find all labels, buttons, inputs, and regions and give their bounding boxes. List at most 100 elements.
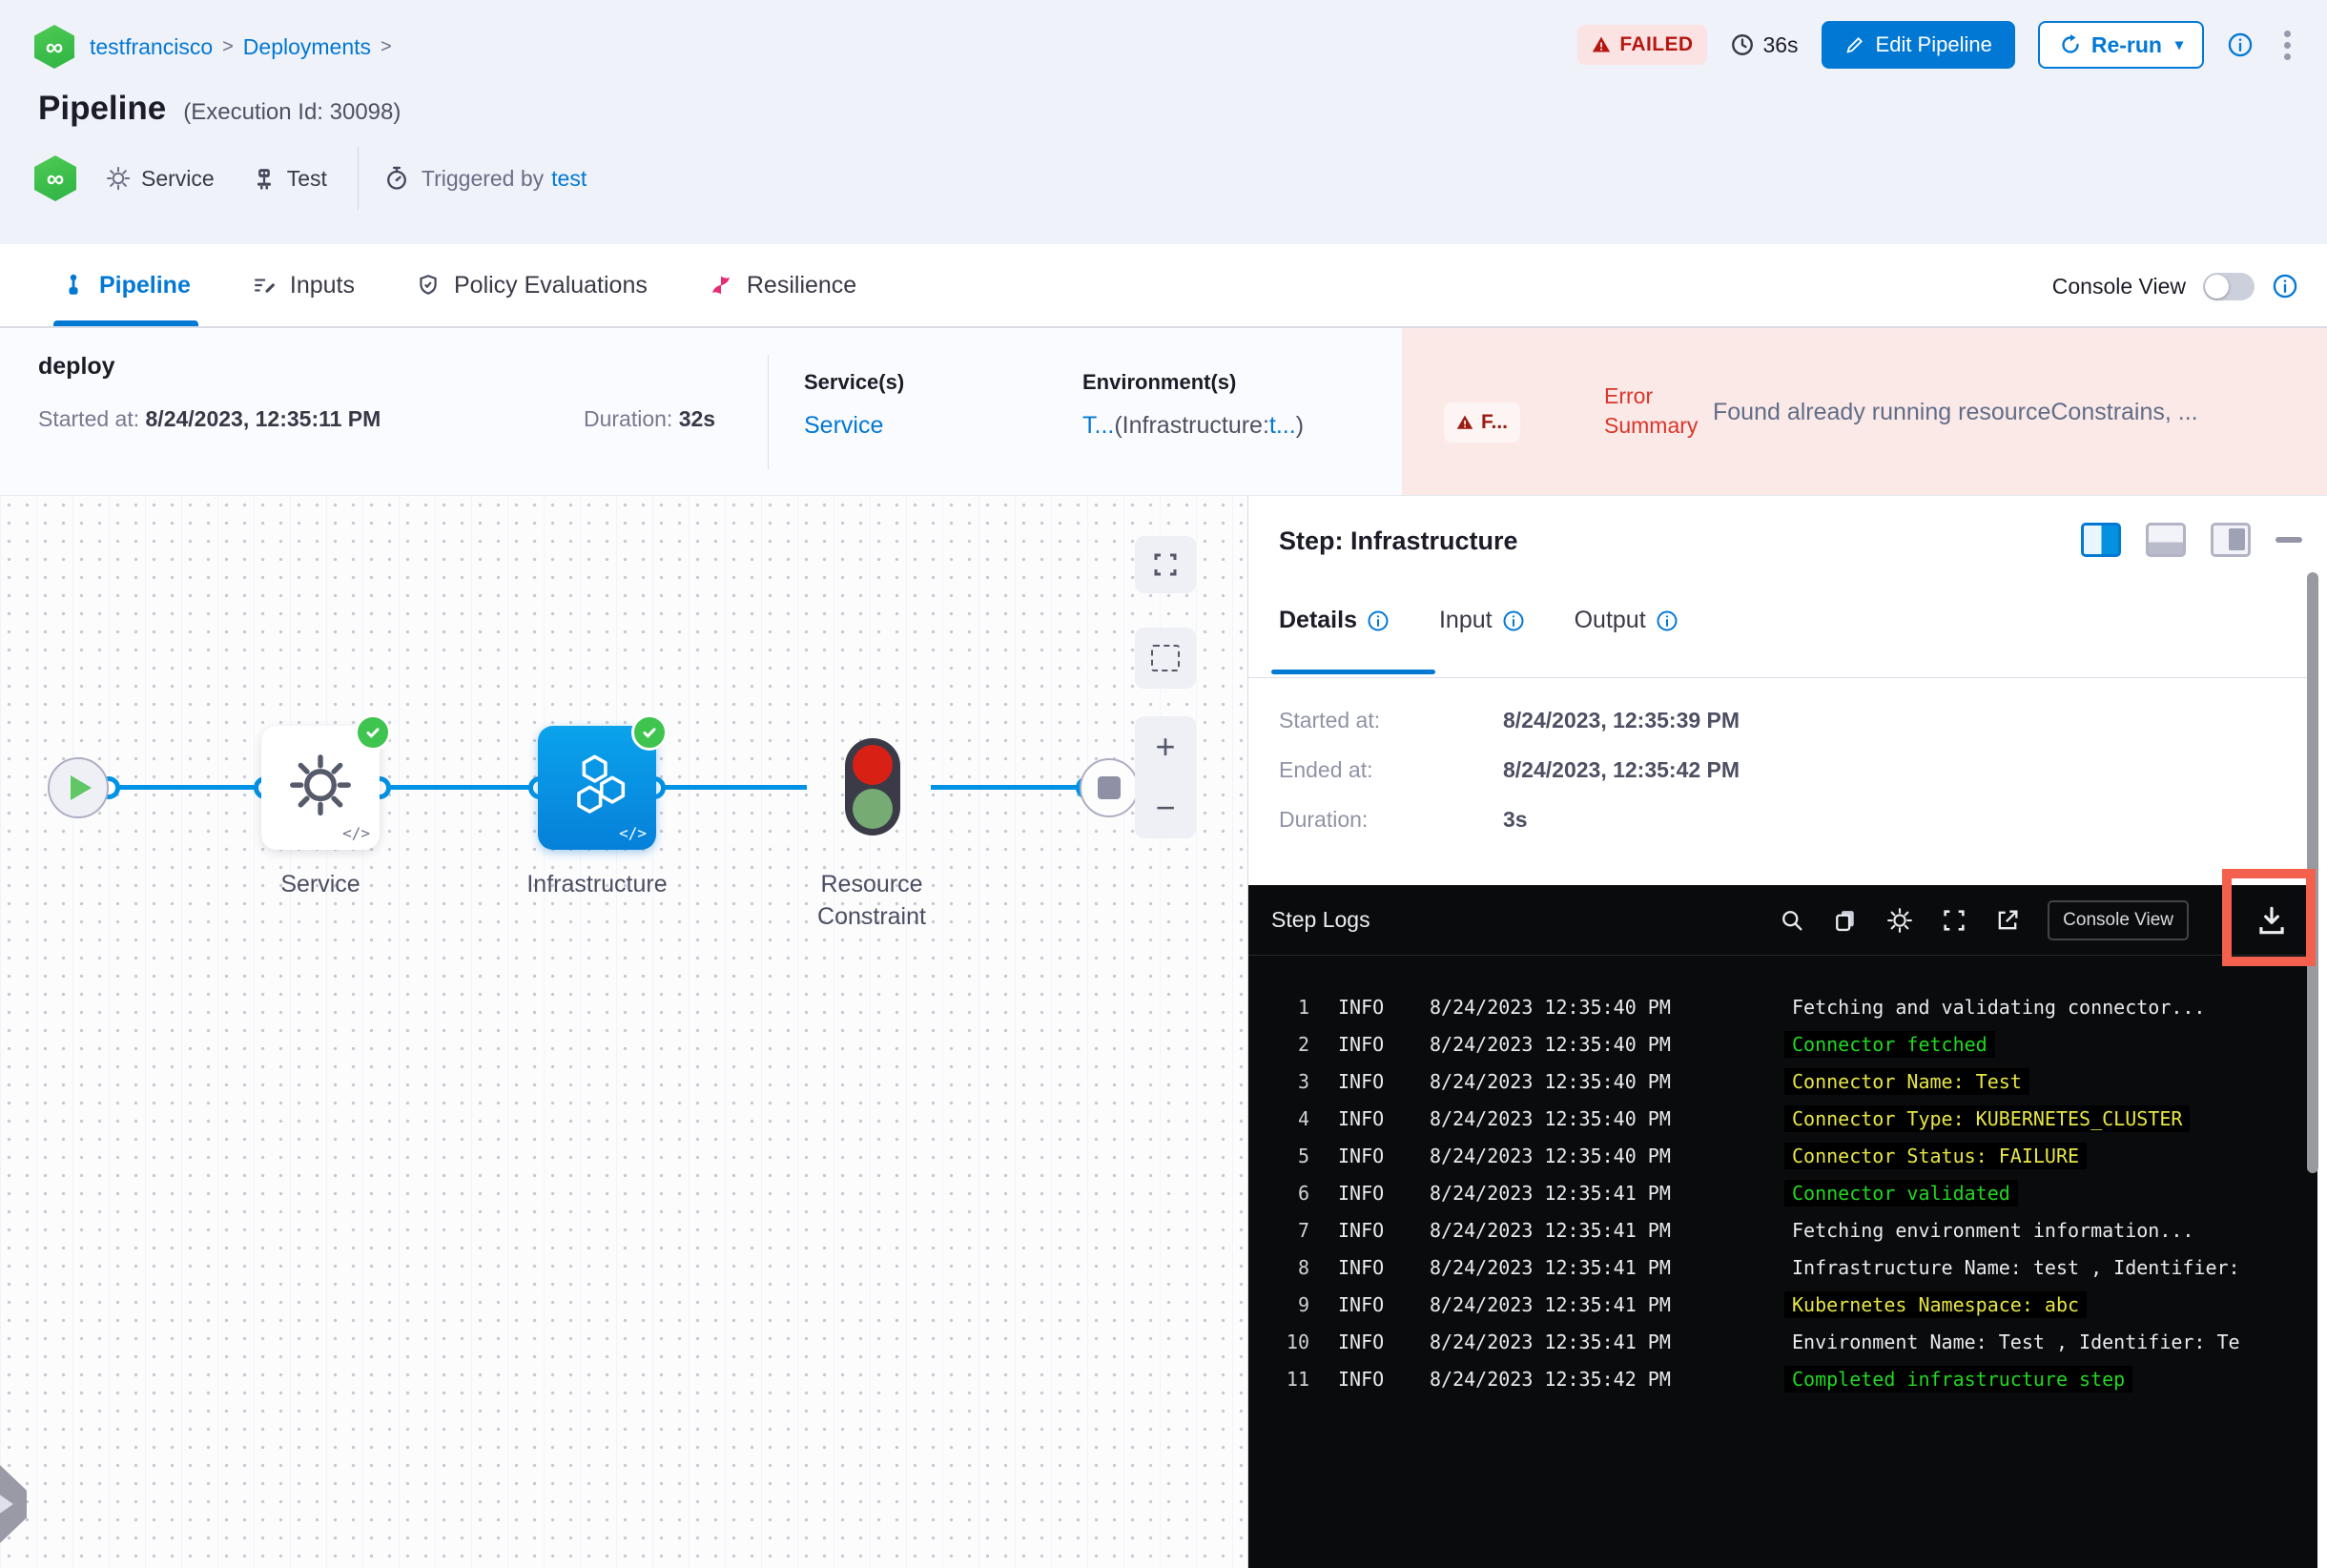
right-panel-layout-icon[interactable] (2081, 523, 2121, 557)
info-icon[interactable] (2227, 31, 2254, 58)
error-status-badge: F... (1444, 402, 1521, 443)
console-view-toggle[interactable] (2203, 272, 2255, 300)
info-icon[interactable] (2272, 273, 2298, 299)
more-options-menu[interactable] (2276, 27, 2298, 64)
step-panel-tabs: Details Input Output (1279, 607, 1678, 634)
graph-edge (109, 785, 265, 790)
expand-nav-button[interactable] (0, 1455, 27, 1553)
download-logs-icon[interactable] (2254, 902, 2290, 943)
test-meta-label: Test (286, 165, 327, 191)
breadcrumb-separator: > (222, 35, 234, 57)
edit-pipeline-button[interactable]: Edit Pipeline (1821, 21, 2015, 69)
floating-panel-layout-icon[interactable] (2211, 523, 2251, 557)
warning-triangle-icon (1456, 415, 1473, 429)
canvas-zoom-controls: + − (1135, 716, 1196, 838)
canvas-select-button[interactable] (1135, 628, 1196, 689)
pipeline-meta-row: ∞ Service Test Triggered by test (34, 147, 587, 210)
infrastructure-node-label: Infrastructure (526, 871, 668, 897)
open-in-new-window-icon[interactable] (1994, 907, 2021, 934)
environment-link[interactable]: T... (1082, 412, 1114, 439)
step-logs-title: Step Logs (1271, 907, 1370, 932)
scrollbar-thumb[interactable] (2307, 572, 2318, 1173)
services-column: Service(s) Service (804, 370, 904, 440)
log-line: 7 INFO 8/24/2023 12:35:41 PM Fetching en… (1297, 1218, 2194, 1242)
zoom-out-button[interactable]: − (1135, 777, 1196, 838)
triggered-by-user-link[interactable]: test (551, 166, 587, 192)
harness-logo-icon: ∞ (34, 25, 74, 69)
tab-pipeline[interactable]: Pipeline (53, 244, 198, 326)
resource-constraint-node[interactable] (845, 738, 900, 836)
panel-layout-controls (2081, 523, 2302, 557)
infrastructure-link[interactable]: t... (1269, 412, 1296, 439)
breadcrumb-project-link[interactable]: testfrancisco (90, 34, 213, 60)
copy-icon[interactable] (1832, 907, 1859, 934)
service-step-node[interactable]: </> (261, 714, 391, 850)
stage-name: deploy (38, 353, 115, 380)
service-node-label: Service (280, 871, 360, 897)
tab-policy-evaluations[interactable]: Policy Evaluations (412, 244, 651, 326)
red-light-icon (853, 745, 893, 785)
total-duration: 36s (1730, 32, 1799, 58)
clock-icon (1732, 34, 1754, 55)
execution-id: (Execution Id: 30098) (183, 99, 402, 125)
divider (1248, 677, 2327, 678)
title-row: Pipeline (Execution Id: 30098) (38, 90, 401, 128)
refresh-icon (2062, 34, 2079, 53)
info-icon (1503, 610, 1524, 630)
infrastructure-step-node[interactable]: </> (538, 714, 668, 850)
code-icon: </> (619, 824, 647, 842)
service-meta-label: Service (141, 165, 215, 191)
info-icon (1657, 610, 1678, 630)
field-started-at: Started at: 8/24/2023, 12:35:39 PM (1279, 708, 1740, 732)
header-actions: FAILED 36s Edit Pipeline Re-run ▾ (1577, 21, 2298, 69)
info-icon (1368, 610, 1389, 630)
fullscreen-icon (1154, 553, 1177, 576)
environments-column: Environment(s) T...(Infrastructure:t...) (1082, 370, 1304, 440)
play-icon (71, 775, 92, 800)
log-line: 4 INFO 8/24/2023 12:35:40 PM Connector T… (1248, 1100, 2327, 1137)
log-line: 1 INFO 8/24/2023 12:35:40 PM Fetching an… (1297, 995, 2206, 1019)
log-settings-gear-icon[interactable] (1885, 906, 1914, 935)
code-icon: </> (342, 824, 370, 842)
start-node[interactable] (48, 757, 109, 818)
stage-started-at: Started at: 8/24/2023, 12:35:11 PM (38, 406, 381, 431)
success-check-icon (631, 714, 668, 751)
rerun-button[interactable]: Re-run ▾ (2037, 21, 2204, 69)
bottom-panel-layout-icon[interactable] (2146, 523, 2186, 557)
pipeline-graph-canvas[interactable]: </> </> Service Infrastructure Resource … (0, 496, 1247, 1568)
tab-inputs[interactable]: Inputs (248, 244, 359, 326)
service-link[interactable]: Service (804, 412, 883, 439)
minimize-panel-icon[interactable] (2276, 537, 2302, 543)
breadcrumb-separator: > (381, 35, 392, 57)
tab-input[interactable]: Input (1439, 607, 1525, 634)
breadcrumb-deployments-link[interactable]: Deployments (243, 34, 371, 60)
hexagons-icon (577, 754, 626, 814)
status-badge: FAILED (1577, 25, 1708, 65)
stop-icon (1098, 776, 1121, 799)
search-icon[interactable] (1779, 907, 1805, 934)
pencil-icon (1845, 37, 1863, 53)
expand-logs-icon[interactable] (1941, 907, 1967, 934)
warning-triangle-icon (1593, 36, 1611, 52)
error-summary-panel: F... Error Summary Found already running… (1402, 328, 2327, 495)
tab-details[interactable]: Details (1279, 607, 1390, 634)
log-lines: 1 INFO 8/24/2023 12:35:40 PM Fetching an… (1248, 956, 2327, 1397)
tab-resilience[interactable]: Resilience (705, 244, 860, 326)
step-logs-header: Step Logs Console View (1248, 885, 2327, 956)
zoom-in-button[interactable]: + (1135, 716, 1196, 777)
log-line: 3 INFO 8/24/2023 12:35:40 PM Connector N… (1248, 1063, 2327, 1100)
canvas-fullscreen-button[interactable] (1135, 536, 1196, 593)
graph-edge (931, 785, 1087, 790)
environments-header: Environment(s) (1082, 370, 1237, 394)
tab-output[interactable]: Output (1575, 607, 1678, 634)
end-node[interactable] (1080, 758, 1139, 817)
services-header: Service(s) (804, 370, 905, 394)
stopwatch-icon (386, 166, 406, 190)
console-view-button[interactable]: Console View (2048, 899, 2189, 940)
field-duration: Duration: 3s (1279, 807, 1528, 832)
stage-summary-bar: deploy Started at: 8/24/2023, 12:35:11 P… (0, 328, 2327, 496)
resource-constraint-node-label: Resource Constraint (817, 871, 926, 930)
divider (357, 147, 359, 210)
step-logs-panel: Step Logs Console View 1 INFO 8/24/2023 … (1248, 885, 2327, 1568)
step-details-panel: Step: Infrastructure Details Input Outpu… (1247, 496, 2327, 1568)
